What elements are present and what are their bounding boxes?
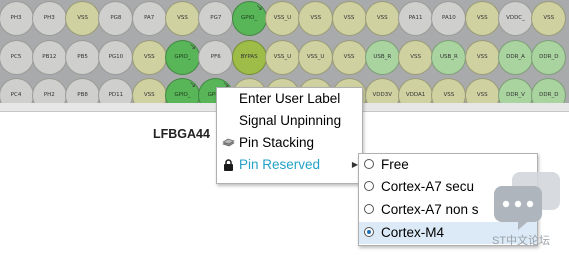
menu-item-label: Signal Unpinning bbox=[239, 113, 342, 128]
pin[interactable]: PC4 bbox=[0, 77, 34, 103]
menu-item-label: Enter User Label bbox=[239, 91, 341, 106]
menu-item-enter-user-label[interactable]: Enter User Label bbox=[217, 88, 362, 110]
stack-icon bbox=[222, 138, 235, 147]
pin[interactable]: VDD3V bbox=[364, 77, 400, 103]
pin[interactable]: BYPAS bbox=[231, 39, 267, 75]
pin[interactable]: VSS bbox=[398, 39, 434, 75]
menu-item-label: Pin Stacking bbox=[239, 135, 315, 150]
menu-item-pin-stacking[interactable]: Pin Stacking bbox=[217, 132, 362, 154]
pin[interactable]: PD11 bbox=[98, 77, 134, 103]
pin[interactable]: PC5 bbox=[0, 39, 34, 75]
option-label: Cortex-M4 bbox=[381, 225, 445, 240]
watermark-text: ST中文论坛 bbox=[492, 235, 551, 247]
pin[interactable]: VSS_U bbox=[298, 39, 334, 75]
pin[interactable]: PA7 bbox=[131, 0, 167, 36]
pin[interactable]: PB8 bbox=[65, 77, 101, 103]
pin[interactable]: GPIO_↘ bbox=[165, 77, 200, 103]
pin[interactable]: PH3 bbox=[0, 0, 34, 36]
pin[interactable]: DDR_V bbox=[498, 77, 533, 103]
pushpin-icon: ↘ bbox=[189, 41, 196, 51]
pin[interactable]: GPIO_↘ bbox=[165, 39, 200, 75]
radio-button[interactable] bbox=[364, 204, 374, 214]
pin[interactable]: VDDA1 bbox=[398, 77, 434, 103]
radio-button[interactable] bbox=[364, 159, 374, 169]
pin[interactable]: VSS bbox=[331, 39, 367, 75]
pin[interactable]: VSS bbox=[464, 77, 500, 103]
option-label: Cortex-A7 secu bbox=[381, 179, 475, 194]
pin[interactable]: DDR_D bbox=[531, 77, 567, 103]
option-label: Cortex-A7 non s bbox=[381, 202, 479, 217]
pin[interactable]: PH3 bbox=[31, 0, 67, 36]
menu-item-signal-unpinning[interactable]: Signal Unpinning bbox=[217, 110, 362, 132]
pushpin-icon: ↘ bbox=[255, 2, 263, 12]
pin[interactable]: DDR_D bbox=[531, 39, 567, 75]
pin[interactable]: VSS bbox=[431, 77, 467, 103]
pin[interactable]: VSS bbox=[298, 0, 334, 36]
pin[interactable]: VSS bbox=[464, 39, 500, 75]
pin[interactable]: VSS bbox=[131, 39, 167, 75]
pin[interactable]: PG10 bbox=[98, 39, 134, 75]
pin[interactable]: PB12 bbox=[31, 39, 67, 75]
pin[interactable]: GPIO_↘ bbox=[231, 0, 267, 36]
pin[interactable]: USB_R bbox=[364, 39, 400, 75]
pin[interactable]: VDDC_ bbox=[498, 0, 533, 36]
pin[interactable]: PF6 bbox=[198, 39, 234, 75]
pin[interactable]: USB_R bbox=[431, 39, 467, 75]
package-label: LFBGA44 bbox=[153, 127, 210, 141]
radio-button-selected[interactable] bbox=[364, 227, 374, 237]
radio-button[interactable] bbox=[364, 181, 374, 191]
pin[interactable]: VSS bbox=[531, 0, 567, 36]
pin[interactable]: PG7 bbox=[198, 0, 234, 36]
pin[interactable]: PH2 bbox=[31, 77, 67, 103]
pin[interactable]: VSS_U bbox=[264, 39, 300, 75]
option-label: Free bbox=[381, 157, 409, 172]
menu-item-label: Pin Reserved bbox=[239, 157, 321, 172]
pin[interactable]: VSS bbox=[364, 0, 400, 36]
pin[interactable]: PG8 bbox=[98, 0, 134, 36]
pin[interactable]: VSS bbox=[131, 77, 167, 103]
pin[interactable]: VSS bbox=[165, 0, 200, 36]
pin[interactable]: VSS bbox=[331, 0, 367, 36]
pin[interactable]: VSS bbox=[464, 0, 500, 36]
pin[interactable]: PB5 bbox=[65, 39, 101, 75]
pin[interactable]: DDR_A bbox=[498, 39, 533, 75]
pin-context-menu: Enter User Label Signal Unpinning Pin St… bbox=[216, 87, 363, 184]
pushpin-icon: ↘ bbox=[189, 79, 196, 89]
pin[interactable]: PA11 bbox=[398, 0, 434, 36]
pin[interactable]: PA10 bbox=[431, 0, 467, 36]
lock-icon bbox=[224, 159, 233, 171]
menu-item-pin-reserved[interactable]: Pin Reserved ▶ bbox=[217, 154, 362, 176]
pin[interactable]: VSS bbox=[65, 0, 101, 36]
pin[interactable]: VSS_U bbox=[264, 0, 300, 36]
